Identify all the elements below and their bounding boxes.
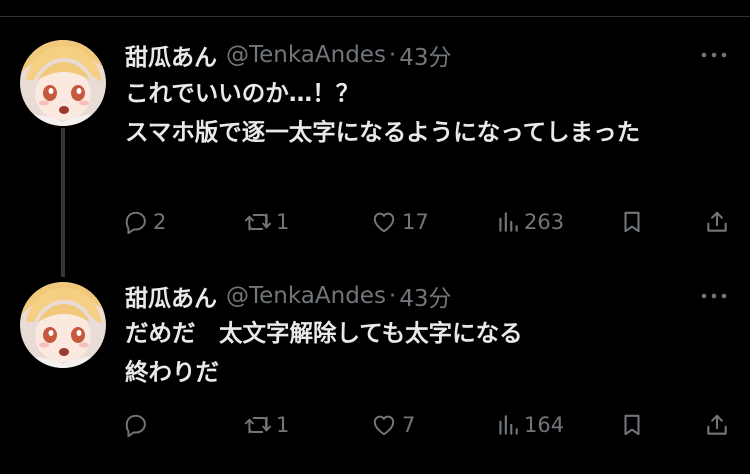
heart-icon — [373, 415, 395, 436]
reply-button[interactable]: 2 — [123, 207, 166, 237]
like-button[interactable]: 7 — [370, 410, 415, 440]
retweet-button[interactable]: 1 — [244, 207, 289, 237]
like-count: 7 — [402, 413, 416, 437]
like-count: 17 — [402, 210, 429, 234]
more-options-button[interactable] — [698, 286, 730, 306]
tweet-actions: 1 7 164 — [0, 410, 750, 440]
author-name[interactable]: 甜瓜あん — [125, 38, 217, 72]
views-icon — [499, 212, 518, 232]
thread-connector-line — [61, 128, 65, 277]
share-button[interactable] — [704, 410, 730, 440]
more-icon — [701, 293, 727, 299]
retweet-count: 1 — [276, 413, 290, 437]
tweet-text: これでいいのか…！？ スマホ版で逐一太字になるようになってしま​った — [125, 79, 641, 146]
header-separator: · — [388, 283, 397, 309]
reply-button[interactable] — [123, 410, 153, 440]
bookmark-icon — [624, 211, 640, 233]
author-handle[interactable]: @TenkaAndes — [226, 42, 386, 68]
header-separator: · — [388, 42, 397, 68]
retweet-count: 1 — [276, 210, 290, 234]
bookmark-button[interactable] — [620, 207, 644, 237]
more-options-button[interactable] — [698, 45, 730, 65]
avatar-image — [20, 282, 106, 368]
avatar[interactable] — [20, 40, 106, 126]
share-button[interactable] — [704, 207, 730, 237]
reply-icon — [125, 414, 146, 438]
tweet-text: だめだ 太文字解除しても太字になる 終わりだ — [125, 319, 523, 386]
views-icon — [499, 415, 518, 435]
author-handle[interactable]: @TenkaAndes — [226, 283, 386, 309]
bookmark-icon — [624, 414, 640, 436]
tweet-actions: 2 1 17 263 — [0, 207, 750, 237]
tweet-timestamp[interactable]: 43分 — [399, 38, 451, 72]
views-button[interactable]: 164 — [496, 410, 564, 440]
author-name[interactable]: 甜瓜あん — [125, 279, 217, 313]
avatar-image — [20, 40, 106, 126]
reply-icon — [125, 211, 146, 235]
retweet-icon — [244, 213, 272, 231]
tweet-timestamp[interactable]: 43分 — [399, 279, 451, 313]
more-icon — [701, 52, 727, 58]
share-icon — [707, 414, 727, 435]
views-count: 263 — [524, 210, 565, 234]
like-button[interactable]: 17 — [370, 207, 429, 237]
retweet-button[interactable]: 1 — [244, 410, 289, 440]
tweet-header: 甜瓜あん @TenkaAndes · 43分 — [125, 279, 452, 313]
views-count: 164 — [524, 413, 565, 437]
reply-count: 2 — [153, 210, 167, 234]
avatar[interactable] — [20, 282, 106, 368]
heart-icon — [373, 212, 395, 233]
views-button[interactable]: 263 — [496, 207, 564, 237]
retweet-icon — [244, 416, 272, 434]
top-divider — [0, 16, 750, 17]
share-icon — [707, 211, 727, 232]
bookmark-button[interactable] — [620, 410, 644, 440]
tweet-header: 甜瓜あん @TenkaAndes · 43分 — [125, 38, 452, 72]
